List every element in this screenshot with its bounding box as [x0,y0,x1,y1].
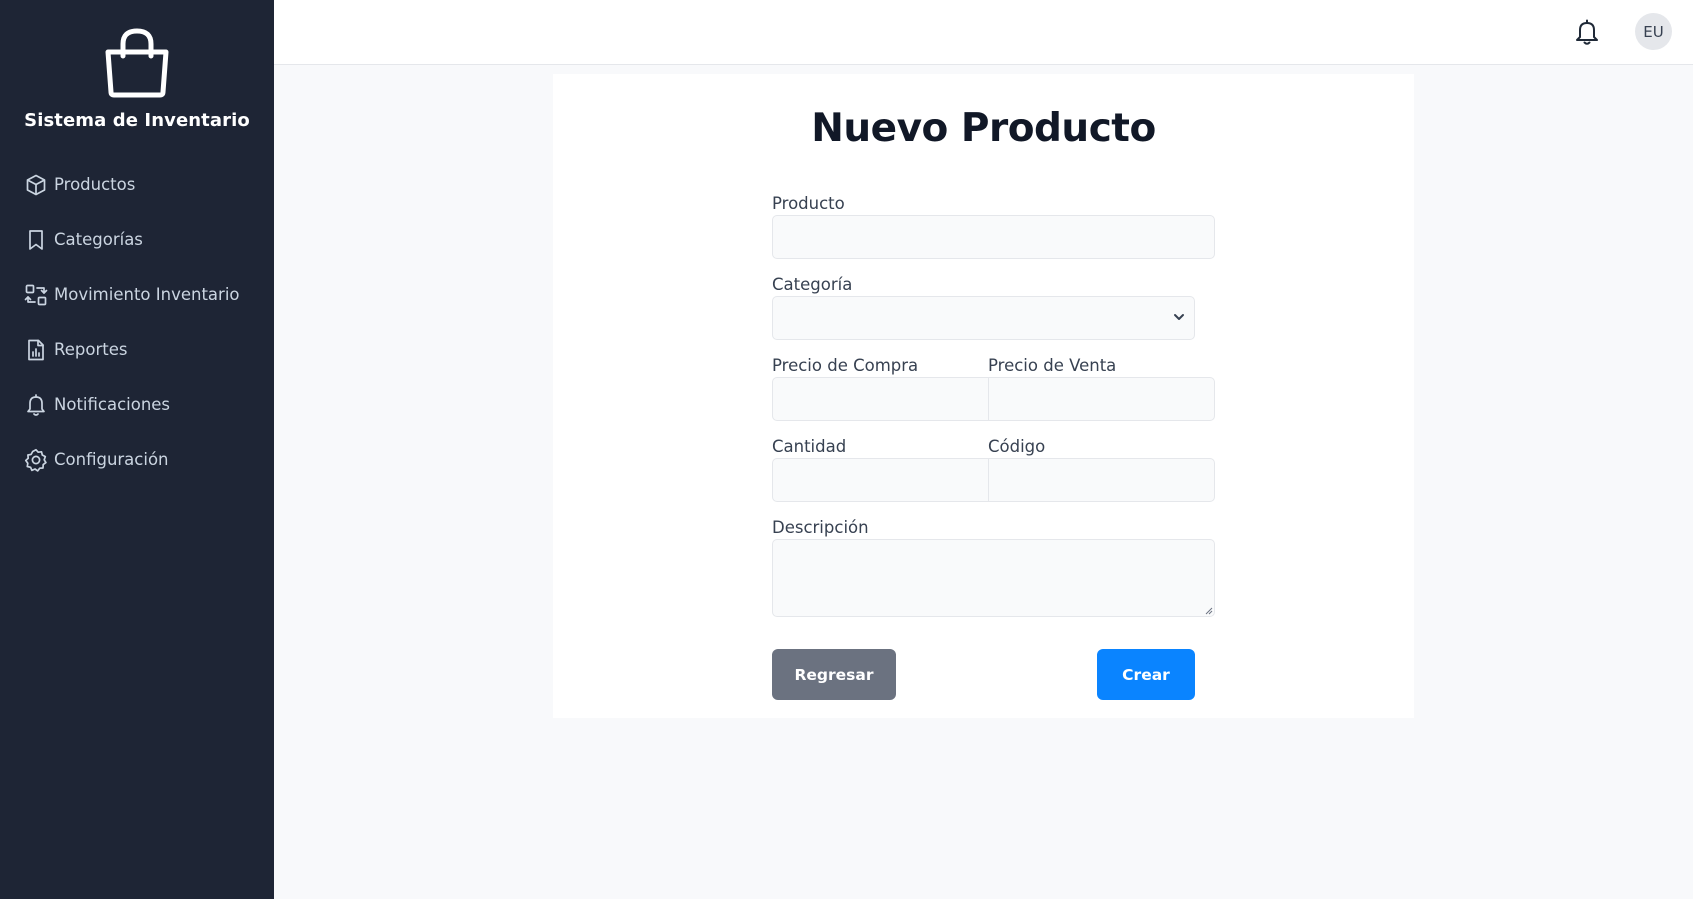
bookmark-icon [29,229,43,250]
sidebar-item-movimiento-inventario[interactable]: Movimiento Inventario [0,267,274,322]
cantidad-input[interactable] [772,458,989,502]
report-icon [28,339,44,360]
precio-venta-input[interactable] [988,377,1215,421]
descripcion-label: Descripción [772,518,869,537]
producto-label: Producto [772,194,845,213]
shopping-bag-icon [105,28,169,98]
descripcion-textarea[interactable] [772,539,1215,617]
box-icon [26,174,46,195]
categoria-select-box[interactable] [772,296,1195,340]
precio-venta-label: Precio de Venta [988,356,1117,375]
brand: Sistema de Inventario [0,0,274,131]
bell-icon [27,393,45,416]
sidebar-item-configuracion[interactable]: Configuración [0,432,274,487]
sidebar-item-notificaciones[interactable]: Notificaciones [0,377,274,432]
descripcion-wrap [772,539,1215,617]
sidebar-nav: Productos Categorías Movimiento Inventar… [0,157,274,487]
swap-icon [24,284,48,305]
new-product-card: Nuevo Producto Producto Categoría Precio… [553,74,1414,718]
sidebar-item-label: Categorías [54,230,143,249]
sidebar-item-label: Movimiento Inventario [54,285,240,304]
sidebar-item-reportes[interactable]: Reportes [0,322,274,377]
regresar-button[interactable]: Regresar [772,649,896,700]
categoria-select[interactable] [772,296,1195,340]
sidebar-item-label: Configuración [54,450,169,469]
notifications-bell-icon[interactable] [1574,18,1600,46]
resize-handle-icon[interactable] [1204,606,1213,615]
sidebar-item-label: Productos [54,175,136,194]
precio-compra-label: Precio de Compra [772,356,919,375]
sidebar-item-categorias[interactable]: Categorías [0,212,274,267]
sidebar: Sistema de Inventario Productos Categorí… [0,0,274,899]
producto-input[interactable] [772,215,1215,259]
app-title: Sistema de Inventario [24,110,250,131]
sidebar-item-label: Notificaciones [54,395,171,414]
categoria-label: Categoría [772,275,853,294]
user-avatar[interactable]: EU [1635,13,1672,50]
codigo-label: Código [988,437,1046,456]
gear-icon [24,448,47,472]
sidebar-item-label: Reportes [54,340,128,359]
crear-button[interactable]: Crear [1097,649,1195,700]
top-bar: EU [274,0,1693,65]
codigo-input[interactable] [988,458,1215,502]
page-title: Nuevo Producto [811,106,1156,151]
cantidad-label: Cantidad [772,437,847,456]
precio-compra-input[interactable] [772,377,989,421]
chevron-down-icon [1174,314,1184,320]
sidebar-item-productos[interactable]: Productos [0,157,274,212]
